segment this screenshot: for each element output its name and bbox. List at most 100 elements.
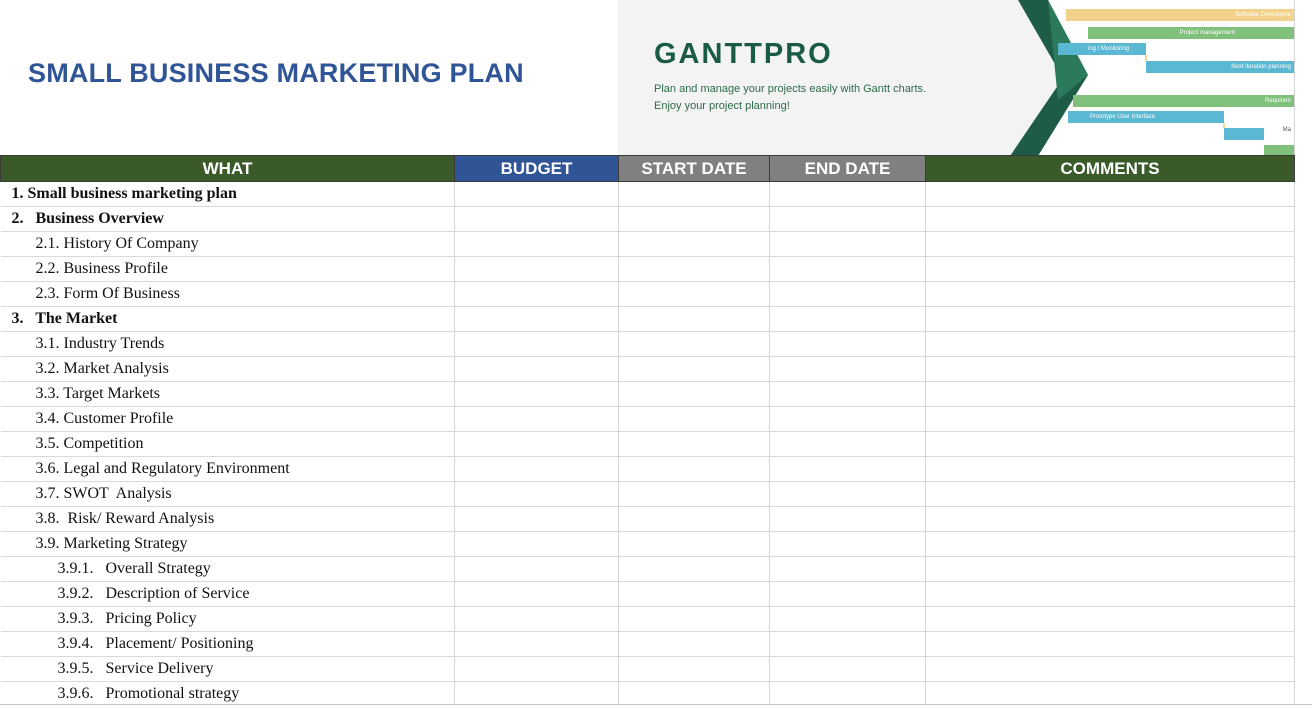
cell-comments[interactable] xyxy=(925,681,1295,707)
cell-start-date[interactable] xyxy=(618,681,770,707)
cell-what[interactable]: 1. Small business marketing plan xyxy=(0,181,455,207)
cell-what[interactable]: 3.4. Customer Profile xyxy=(0,406,455,432)
column-header-comments[interactable]: COMMENTS xyxy=(925,155,1295,182)
cell-start-date[interactable] xyxy=(618,356,770,382)
cell-end-date[interactable] xyxy=(769,281,926,307)
cell-budget[interactable] xyxy=(454,381,619,407)
cell-start-date[interactable] xyxy=(618,656,770,682)
cell-what[interactable]: 2.3. Form Of Business xyxy=(0,281,455,307)
cell-what[interactable]: 3.1. Industry Trends xyxy=(0,331,455,357)
cell-budget[interactable] xyxy=(454,256,619,282)
cell-budget[interactable] xyxy=(454,581,619,607)
cell-start-date[interactable] xyxy=(618,631,770,657)
cell-start-date[interactable] xyxy=(618,431,770,457)
cell-end-date[interactable] xyxy=(769,506,926,532)
cell-what[interactable]: 3.9. Marketing Strategy xyxy=(0,531,455,557)
cell-comments[interactable] xyxy=(925,231,1295,257)
cell-budget[interactable] xyxy=(454,606,619,632)
cell-end-date[interactable] xyxy=(769,406,926,432)
cell-start-date[interactable] xyxy=(618,381,770,407)
cell-end-date[interactable] xyxy=(769,556,926,582)
cell-end-date[interactable] xyxy=(769,181,926,207)
cell-what[interactable]: 3.6. Legal and Regulatory Environment xyxy=(0,456,455,482)
cell-what[interactable]: 3.7. SWOT Analysis xyxy=(0,481,455,507)
cell-comments[interactable] xyxy=(925,306,1295,332)
cell-comments[interactable] xyxy=(925,506,1295,532)
cell-budget[interactable] xyxy=(454,331,619,357)
cell-budget[interactable] xyxy=(454,181,619,207)
cell-comments[interactable] xyxy=(925,381,1295,407)
cell-what[interactable]: 3.9.5. Service Delivery xyxy=(0,656,455,682)
cell-budget[interactable] xyxy=(454,431,619,457)
cell-start-date[interactable] xyxy=(618,206,770,232)
cell-comments[interactable] xyxy=(925,581,1295,607)
cell-start-date[interactable] xyxy=(618,581,770,607)
cell-budget[interactable] xyxy=(454,481,619,507)
cell-start-date[interactable] xyxy=(618,556,770,582)
cell-comments[interactable] xyxy=(925,256,1295,282)
cell-comments[interactable] xyxy=(925,606,1295,632)
cell-budget[interactable] xyxy=(454,281,619,307)
cell-start-date[interactable] xyxy=(618,306,770,332)
cell-budget[interactable] xyxy=(454,556,619,582)
cell-what[interactable]: 3.3. Target Markets xyxy=(0,381,455,407)
cell-end-date[interactable] xyxy=(769,431,926,457)
cell-end-date[interactable] xyxy=(769,531,926,557)
cell-end-date[interactable] xyxy=(769,381,926,407)
column-header-end-date[interactable]: END DATE xyxy=(769,155,926,182)
cell-budget[interactable] xyxy=(454,631,619,657)
column-header-what[interactable]: WHAT xyxy=(0,155,455,182)
cell-comments[interactable] xyxy=(925,206,1295,232)
cell-end-date[interactable] xyxy=(769,606,926,632)
cell-end-date[interactable] xyxy=(769,256,926,282)
cell-budget[interactable] xyxy=(454,681,619,707)
cell-comments[interactable] xyxy=(925,331,1295,357)
cell-budget[interactable] xyxy=(454,506,619,532)
cell-start-date[interactable] xyxy=(618,481,770,507)
cell-comments[interactable] xyxy=(925,431,1295,457)
cell-comments[interactable] xyxy=(925,631,1295,657)
cell-start-date[interactable] xyxy=(618,456,770,482)
cell-start-date[interactable] xyxy=(618,531,770,557)
cell-end-date[interactable] xyxy=(769,456,926,482)
cell-comments[interactable] xyxy=(925,406,1295,432)
cell-end-date[interactable] xyxy=(769,656,926,682)
cell-end-date[interactable] xyxy=(769,306,926,332)
cell-end-date[interactable] xyxy=(769,581,926,607)
cell-end-date[interactable] xyxy=(769,331,926,357)
cell-what[interactable]: 3. The Market xyxy=(0,306,455,332)
cell-what[interactable]: 3.9.3. Pricing Policy xyxy=(0,606,455,632)
cell-what[interactable]: 3.9.2. Description of Service xyxy=(0,581,455,607)
column-header-budget[interactable]: BUDGET xyxy=(454,155,619,182)
cell-what[interactable]: 3.9.4. Placement/ Positioning xyxy=(0,631,455,657)
cell-comments[interactable] xyxy=(925,656,1295,682)
cell-what[interactable]: 3.9.6. Promotional strategy xyxy=(0,681,455,707)
cell-comments[interactable] xyxy=(925,281,1295,307)
cell-end-date[interactable] xyxy=(769,681,926,707)
cell-end-date[interactable] xyxy=(769,631,926,657)
cell-start-date[interactable] xyxy=(618,406,770,432)
cell-budget[interactable] xyxy=(454,356,619,382)
cell-budget[interactable] xyxy=(454,531,619,557)
cell-comments[interactable] xyxy=(925,181,1295,207)
cell-what[interactable]: 2.1. History Of Company xyxy=(0,231,455,257)
cell-budget[interactable] xyxy=(454,206,619,232)
cell-budget[interactable] xyxy=(454,231,619,257)
cell-comments[interactable] xyxy=(925,556,1295,582)
cell-what[interactable]: 3.8. Risk/ Reward Analysis xyxy=(0,506,455,532)
cell-start-date[interactable] xyxy=(618,281,770,307)
cell-end-date[interactable] xyxy=(769,356,926,382)
cell-what[interactable]: 3.2. Market Analysis xyxy=(0,356,455,382)
cell-start-date[interactable] xyxy=(618,231,770,257)
cell-budget[interactable] xyxy=(454,306,619,332)
cell-end-date[interactable] xyxy=(769,481,926,507)
cell-comments[interactable] xyxy=(925,531,1295,557)
cell-budget[interactable] xyxy=(454,406,619,432)
cell-budget[interactable] xyxy=(454,656,619,682)
cell-start-date[interactable] xyxy=(618,506,770,532)
cell-what[interactable]: 3.5. Competition xyxy=(0,431,455,457)
cell-comments[interactable] xyxy=(925,356,1295,382)
column-header-start-date[interactable]: START DATE xyxy=(618,155,770,182)
cell-start-date[interactable] xyxy=(618,606,770,632)
cell-start-date[interactable] xyxy=(618,181,770,207)
